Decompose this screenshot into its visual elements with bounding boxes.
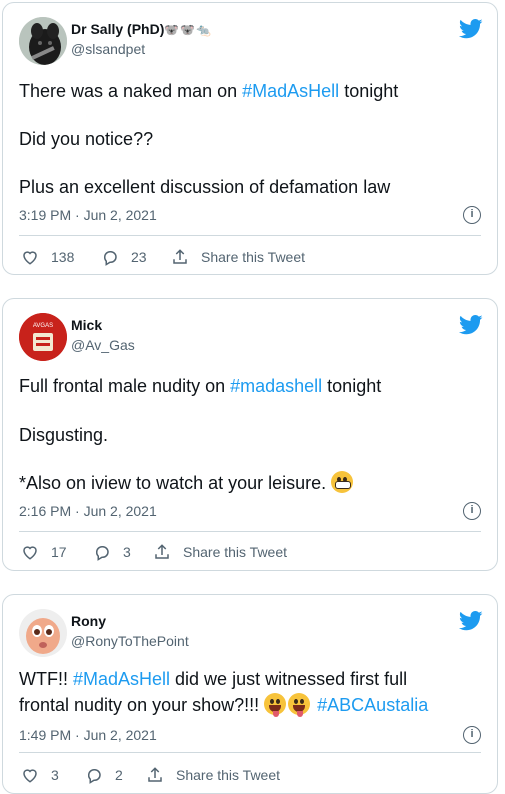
- like-count: 3: [51, 767, 59, 783]
- tweet-timestamp[interactable]: 3:19 PM · Jun 2, 2021: [19, 207, 157, 223]
- tweet-text-line: Plus an excellent discussion of defamati…: [19, 177, 391, 197]
- twitter-bird-icon[interactable]: [459, 19, 483, 39]
- reply-count: 2: [115, 767, 123, 783]
- hashtag-link[interactable]: #MadAsHell: [73, 669, 170, 689]
- like-button[interactable]: 138: [21, 245, 74, 269]
- reply-button[interactable]: 2: [85, 763, 123, 787]
- avatar[interactable]: [19, 17, 67, 65]
- share-label: Share this Tweet: [176, 767, 281, 783]
- reply-icon: [87, 769, 101, 784]
- like-button[interactable]: 17: [21, 540, 67, 564]
- share-icon: [155, 544, 169, 559]
- reply-button[interactable]: 3: [93, 540, 131, 564]
- user-handle[interactable]: @Av_Gas: [71, 337, 135, 353]
- tweet-actions: 17 3 Share this Tweet: [19, 540, 481, 564]
- reply-count: 23: [131, 249, 147, 265]
- divider: [19, 752, 481, 753]
- heart-icon: [23, 546, 37, 560]
- tweet-text-line: Disgusting.: [19, 425, 109, 445]
- grimacing-emoji-icon: [331, 471, 354, 493]
- tweet-card[interactable]: Rony @RonyToThePoint WTF!! #MadAsHell di…: [2, 594, 498, 794]
- like-button[interactable]: 3: [21, 763, 59, 787]
- info-icon[interactable]: i: [463, 502, 481, 520]
- tweet-actions: 3 2 Share this Tweet: [19, 763, 481, 787]
- like-count: 17: [51, 544, 67, 560]
- share-icon: [148, 767, 162, 782]
- display-name[interactable]: Dr Sally (PhD)🐨🐨🐀: [71, 21, 212, 37]
- display-name[interactable]: Rony: [71, 613, 106, 629]
- display-name[interactable]: Mick: [71, 317, 102, 333]
- tweet-text-line: *Also on iview to watch at your leisure.: [19, 471, 481, 495]
- hashtag-link[interactable]: #ABCAustalia: [317, 695, 428, 715]
- reply-icon: [103, 251, 117, 266]
- info-icon[interactable]: i: [463, 206, 481, 224]
- zany-face-emoji-icon: [288, 693, 311, 717]
- reply-count: 3: [123, 544, 131, 560]
- tweet-text-line: WTF!! #MadAsHell did we just witnessed f…: [19, 669, 408, 689]
- tweet-text-line: Did you notice??: [19, 129, 154, 149]
- hashtag-link[interactable]: #madashell: [230, 376, 322, 396]
- tweet-text-line: There was a naked man on #MadAsHell toni…: [19, 81, 399, 101]
- tweet-timestamp[interactable]: 2:16 PM · Jun 2, 2021: [19, 503, 157, 519]
- tweet-text-line: frontal nudity on your show?!!! #ABCAust…: [19, 693, 429, 717]
- name-emoji: 🐨🐨🐀: [164, 23, 213, 37]
- twitter-bird-icon[interactable]: [459, 611, 483, 631]
- heart-icon: [23, 769, 37, 783]
- reply-button[interactable]: 23: [101, 245, 147, 269]
- share-button[interactable]: Share this Tweet: [153, 540, 287, 564]
- share-icon: [173, 249, 187, 264]
- divider: [19, 531, 481, 532]
- reply-icon: [95, 546, 109, 561]
- share-label: Share this Tweet: [201, 249, 306, 265]
- divider: [19, 235, 481, 236]
- avatar[interactable]: AVGAS: [19, 313, 67, 361]
- tweet-card[interactable]: Dr Sally (PhD)🐨🐨🐀 @slsandpet There was a…: [2, 2, 498, 275]
- user-handle[interactable]: @RonyToThePoint: [71, 633, 189, 649]
- hashtag-link[interactable]: #MadAsHell: [242, 81, 339, 101]
- tweet-card[interactable]: AVGAS Mick @Av_Gas Full frontal male nud…: [2, 298, 498, 571]
- share-label: Share this Tweet: [183, 544, 288, 560]
- tweet-timestamp[interactable]: 1:49 PM · Jun 2, 2021: [19, 727, 157, 743]
- share-button[interactable]: Share this Tweet: [171, 245, 305, 269]
- tweet-text-line: Full frontal male nudity on #madashell t…: [19, 376, 382, 396]
- tweet-actions: 138 23 Share this Tweet: [19, 245, 481, 269]
- twitter-bird-icon[interactable]: [459, 315, 483, 335]
- share-button[interactable]: Share this Tweet: [146, 763, 280, 787]
- zany-face-emoji-icon: [264, 693, 287, 717]
- avatar[interactable]: [19, 609, 67, 657]
- heart-icon: [23, 251, 37, 265]
- info-icon[interactable]: i: [463, 726, 481, 744]
- user-handle[interactable]: @slsandpet: [71, 41, 145, 57]
- like-count: 138: [51, 249, 75, 265]
- avatar-logo-text: AVGAS: [33, 323, 53, 329]
